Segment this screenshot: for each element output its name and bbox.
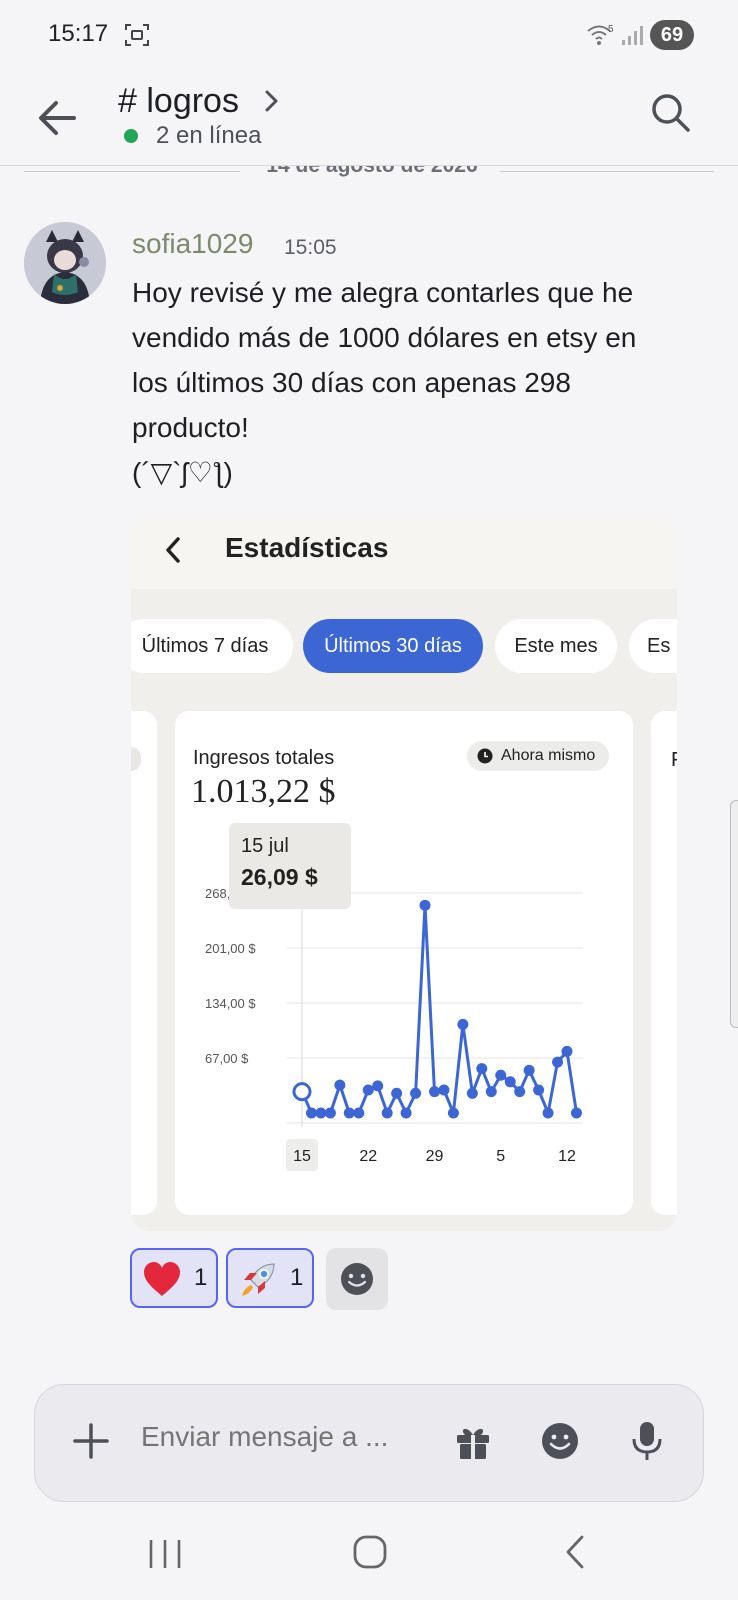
signal-icon [622, 26, 643, 45]
emoji-add-icon [341, 1263, 373, 1295]
message-composer [34, 1384, 704, 1502]
tab-this-month: Este mes [495, 619, 617, 673]
data-point [324, 1107, 336, 1119]
side-card-right: F [651, 711, 677, 1215]
reaction-count: 1 [194, 1264, 208, 1291]
image-attachment[interactable]: Estadísticas Últimos 7 días Últimos 30 d… [131, 515, 677, 1231]
plus-icon[interactable] [69, 1419, 113, 1463]
online-count: 2 en línea [156, 122, 262, 149]
stats-topbar: Estadísticas [131, 515, 677, 589]
stats-title: Estadísticas [225, 532, 389, 563]
x-tick-label: 12 [558, 1148, 576, 1165]
system-nav-bar [0, 1520, 738, 1600]
revenue-line-chart: 268,00 $201,00 $134,00 $67,00 $152229512 [205, 886, 583, 1171]
recents-icon[interactable] [145, 1534, 185, 1574]
data-point [457, 1018, 469, 1030]
tab-truncated: Es [629, 619, 677, 673]
back-arrow-icon[interactable] [30, 90, 86, 146]
x-tick-label: 15 [293, 1148, 311, 1165]
y-tick-label: 201,00 $ [205, 941, 256, 956]
data-point [476, 1063, 488, 1075]
battery-icon: 69 [650, 20, 694, 50]
data-point [381, 1107, 393, 1119]
tooltip-date: 15 jul [241, 835, 289, 857]
search-icon[interactable] [646, 88, 696, 138]
scroll-handle[interactable] [730, 800, 738, 1028]
data-point [372, 1080, 384, 1092]
side-card-chip [131, 747, 141, 771]
data-point [362, 1084, 374, 1096]
data-point [419, 899, 431, 911]
chevron-right-icon[interactable] [262, 86, 282, 116]
tab-last-7-days: Últimos 7 días [131, 619, 293, 673]
data-point [495, 1069, 507, 1081]
y-tick-label: 134,00 $ [205, 996, 256, 1011]
avatar-image [24, 222, 106, 304]
data-point [353, 1107, 365, 1119]
heart-icon [144, 1262, 180, 1296]
data-point-highlighted [292, 1082, 312, 1102]
data-point [429, 1086, 440, 1098]
data-point [533, 1084, 545, 1096]
data-point [305, 1107, 317, 1119]
side-card-left [131, 711, 157, 1215]
chevron-left-icon [166, 537, 180, 563]
status-bar: 15:17 5 69 [0, 0, 738, 72]
screen-record-icon [125, 24, 149, 46]
message-input[interactable] [141, 1421, 431, 1453]
data-point [523, 1064, 535, 1076]
data-point [570, 1107, 582, 1119]
side-card-label: F [671, 749, 677, 772]
data-point [315, 1107, 327, 1119]
data-point [542, 1107, 554, 1119]
data-point [504, 1076, 516, 1088]
divider-line [24, 171, 240, 172]
back-icon[interactable] [560, 1532, 590, 1572]
reaction-count: 1 [290, 1264, 304, 1291]
date-divider-text: 14 de agosto de 2026 [252, 166, 492, 178]
online-status-dot [124, 129, 138, 143]
data-point [561, 1045, 573, 1057]
home-icon[interactable] [352, 1532, 388, 1572]
data-point [552, 1056, 564, 1068]
message-timestamp: 15:05 [284, 236, 337, 259]
mic-icon[interactable] [627, 1419, 667, 1463]
data-point [438, 1084, 450, 1096]
data-point [410, 1087, 422, 1099]
x-tick-label: 5 [496, 1148, 505, 1165]
revenue-card: Ingresos totales Ahora mismo 1.013,22 $ … [175, 711, 633, 1215]
rocket-icon [242, 1263, 275, 1296]
wifi-badge: 5 [608, 24, 614, 35]
date-divider: 14 de agosto de 2026 [24, 166, 714, 182]
channel-header: # logros 2 en línea [0, 72, 738, 166]
y-tick-label: 67,00 $ [205, 1051, 249, 1066]
x-tick-label: 22 [359, 1148, 377, 1165]
chart-tooltip: 15 jul 26,09 $ [229, 823, 351, 909]
data-point [400, 1107, 412, 1119]
data-point [391, 1087, 403, 1099]
emoji-icon[interactable] [540, 1421, 580, 1461]
divider-line [500, 171, 714, 172]
reaction-heart[interactable]: 1 [130, 1248, 218, 1308]
add-reaction-button[interactable] [326, 1248, 388, 1310]
wifi-icon: 5 [587, 24, 614, 45]
data-point [485, 1086, 497, 1098]
x-tick-label: 29 [426, 1148, 444, 1165]
message-text: Hoy revisé y me alegra contarles que he … [132, 277, 637, 488]
status-time: 15:17 [48, 20, 109, 47]
gift-icon[interactable] [453, 1421, 493, 1461]
avatar[interactable] [24, 222, 106, 304]
data-point [343, 1107, 355, 1119]
reaction-rocket[interactable]: 1 [226, 1248, 314, 1308]
data-point [514, 1086, 526, 1098]
data-point [466, 1087, 478, 1099]
channel-name[interactable]: # logros [118, 82, 239, 121]
message-author[interactable]: sofia1029 [132, 228, 253, 260]
tab-last-30-days: Últimos 30 días [303, 619, 483, 673]
data-point [334, 1079, 346, 1091]
data-point [447, 1107, 459, 1119]
tooltip-value: 26,09 $ [241, 864, 318, 890]
